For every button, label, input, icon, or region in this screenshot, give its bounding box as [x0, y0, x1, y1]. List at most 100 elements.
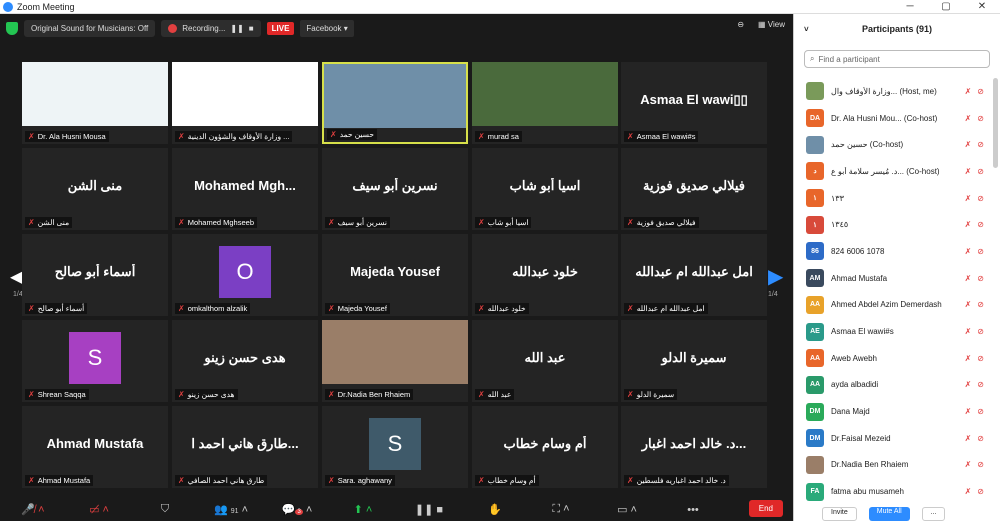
participant-list-item[interactable]: DA Dr. Ala Husni Mou... (Co-host) ✗ ⊘ [794, 105, 990, 132]
meeting-area: Original Sound for Musicians: Off Record… [0, 14, 793, 521]
participant-avatar: FA [806, 482, 824, 501]
security-icon[interactable]: ⛉ [132, 503, 198, 516]
record-pause-icon[interactable]: ❚❚ ■ [396, 503, 462, 516]
participant-video-tile[interactable]: Ahmad Mustafa ✗ Ahmad Mustafa [22, 406, 168, 488]
start-video-icon[interactable]: ▭̸ ˄ [66, 503, 132, 516]
participant-video-tile[interactable]: نسرين أبو سيف ✗ نسرين أبو سيف [322, 148, 468, 230]
participant-video-tile[interactable]: منى الشن ✗ منى الشن [22, 148, 168, 230]
lock-icon[interactable]: ⊖ [737, 20, 744, 29]
participant-name-text: طارق هاني احمد الصافي [187, 476, 265, 485]
title-bar: Zoom Meeting ─ ▢ ✕ [0, 0, 1000, 14]
more-icon[interactable]: ••• [660, 504, 726, 516]
participant-video-tile[interactable]: ✗ حسين حمد [322, 62, 468, 144]
participant-video-tile[interactable]: ✗ Dr. Ala Husni Mousa [22, 62, 168, 144]
participant-list-item[interactable]: DM Dana Majd ✗ ⊘ [794, 398, 990, 425]
participant-list-item[interactable]: ١ ١٣٤٥ ✗ ⊘ [794, 211, 990, 238]
participant-status-icons: ✗ ⊘ [965, 87, 984, 96]
mute-all-button[interactable]: Mute All [868, 507, 910, 521]
original-sound-chip[interactable]: Original Sound for Musicians: Off [24, 19, 156, 37]
participant-list-item[interactable]: AA ayda albadidi ✗ ⊘ [794, 372, 990, 399]
participant-video-tile[interactable]: طارق هاني احمد ا... ✗ طارق هاني احمد الصاف… [172, 406, 318, 488]
participant-display-name: Majeda Yousef [350, 264, 440, 279]
participant-name-text: Dr.Nadia Ben Rhaiem [337, 390, 411, 399]
participant-video-tile[interactable]: هدى حسن زينو ✗ هدى حسن زينو [172, 320, 318, 402]
participant-video-tile[interactable]: ✗ murad sa [472, 62, 618, 144]
mic-muted-icon: ✗ [178, 304, 185, 313]
participant-list-item[interactable]: FA fatma abu musameh ✗ ⊘ [794, 478, 990, 505]
mic-muted-icon: ✗ [964, 86, 972, 96]
invite-button[interactable]: Invite [822, 507, 857, 521]
participant-list-item[interactable]: AE Asmaa El wawi#s ✗ ⊘ [794, 318, 990, 345]
participant-video-tile[interactable]: أم وسام خطاب ✗ أم وسام خطاب [472, 406, 618, 488]
participant-video-tile[interactable]: فيلالي صديق فوزية ✗ فيلالي صديق فوزية [621, 148, 767, 230]
collapse-chevron-icon[interactable]: ˅ [804, 25, 809, 34]
participant-list-item[interactable]: AA Ahmed Abdel Azim Demerdash ✗ ⊘ [794, 292, 990, 319]
participant-name: Ahmad Mustafa [831, 273, 888, 283]
mic-muted-icon: ✗ [964, 433, 972, 443]
participant-name-label: ✗ أم وسام خطاب [475, 475, 539, 486]
participant-name-text: Dr. Ala Husni Mousa [37, 132, 106, 141]
share-screen-icon[interactable]: ⬆ ˄ [330, 503, 396, 516]
participant-display-name: أسماء أبو صالح [54, 264, 136, 279]
participant-name-label: ✗ د. خالد احمد اغباريه فلسطين [624, 475, 729, 486]
participant-list-item[interactable]: ١ ١٣٣ ✗ ⊘ [794, 185, 990, 212]
participants-button[interactable]: 👥 91 ˄ [198, 503, 264, 516]
participant-list-item[interactable]: AA Aweb Awebh ✗ ⊘ [794, 345, 990, 372]
meeting-toolbar: 🎤̸ ˄ ▭̸ ˄ ⛉ 👥 91 ˄ 💬 3 ˄ ⬆ ˄ ❚❚ ■ ✋ ⛶ ˄ ▭… [0, 498, 793, 521]
participant-list-item[interactable]: وزارة الأوقاف وال... (Host, me) ✗ ⊘ [794, 78, 990, 105]
apps-icon[interactable]: ⛶ ˄ [528, 503, 594, 516]
participant-video-tile[interactable]: خلود عبدالله ✗ خلود عبدالله [472, 234, 618, 316]
participant-name-text: omkalthom alzalik [187, 304, 248, 313]
stop-recording-icon[interactable]: ■ [249, 24, 254, 33]
participant-video-tile[interactable]: S ✗ Shrean Saqqa [22, 320, 168, 402]
participant-search-input[interactable]: ⌕ Find a participant [804, 50, 990, 68]
participant-display-name: د. خالد احمد اغبار... [641, 436, 747, 451]
participant-video-tile[interactable]: O ✗ omkalthom alzalik [172, 234, 318, 316]
participant-video-tile[interactable]: Majeda Yousef ✗ Majeda Yousef [322, 234, 468, 316]
reactions-icon[interactable]: ✋ [462, 503, 528, 516]
participant-video-tile[interactable]: Asmaa El wawi▯▯ ✗ Asmaa El wawi#s [621, 62, 767, 144]
video-off-icon: ⊘ [977, 353, 984, 363]
mic-muted-icon: ✗ [328, 304, 335, 313]
participant-video-tile[interactable]: سميرة الدلو ✗ سميرة الدلو [621, 320, 767, 402]
minimize-button[interactable]: ─ [892, 1, 928, 12]
view-button[interactable]: ▦ View [758, 20, 785, 29]
participant-video-tile[interactable]: ✗ وزارة الأوقاف والشؤون الدينية ... [172, 62, 318, 144]
unmute-mic-icon[interactable]: 🎤̸ ˄ [0, 503, 66, 516]
next-page-arrow-icon[interactable]: ▶ [768, 264, 783, 289]
maximize-button[interactable]: ▢ [928, 1, 964, 12]
participant-list-item[interactable]: حسين حمد (Co-host) ✗ ⊘ [794, 131, 990, 158]
participant-video-tile[interactable]: امل عبدالله ام عبدالله ✗ امل عبدالله ام عب… [621, 234, 767, 316]
participant-status-icons: ✗ ⊘ [965, 194, 984, 203]
participant-list-item[interactable]: د د. مُيسر سلامة أبو ع... (Co-host) ✗ ⊘ [794, 158, 990, 185]
participant-video-tile[interactable]: عبد الله ✗ عبد الله [472, 320, 618, 402]
close-button[interactable]: ✕ [964, 1, 1000, 12]
mic-muted-icon: ✗ [328, 476, 335, 485]
participant-video-tile[interactable]: Mohamed Mgh... ✗ Mohamed Mghseeb [172, 148, 318, 230]
participant-video-tile[interactable]: اسيا أبو شاب ✗ اسيا أبو شاب [472, 148, 618, 230]
participant-list-item[interactable]: 86 824 6006 1078 ✗ ⊘ [794, 238, 990, 265]
participant-list-item[interactable]: Dr.Nadia Ben Rhaiem ✗ ⊘ [794, 452, 990, 479]
live-destination-dropdown[interactable]: Facebook ▾ [300, 19, 354, 37]
end-meeting-button[interactable]: End [748, 500, 783, 517]
participant-video-tile[interactable]: ✗ Dr.Nadia Ben Rhaiem [322, 320, 468, 402]
participant-name-text: Ahmad Mustafa [37, 476, 91, 485]
participant-name-label: ✗ نسرين أبو سيف [325, 217, 390, 228]
participant-name: وزارة الأوقاف وال... (Host, me) [831, 86, 937, 96]
participant-video-tile[interactable]: أسماء أبو صالح ✗ أسماء أبو صالح [22, 234, 168, 316]
participant-video-tile[interactable]: S ✗ Sara. aghawany [322, 406, 468, 488]
more-options-button[interactable]: ... [921, 507, 946, 521]
participant-name: حسين حمد (Co-host) [831, 140, 904, 150]
chat-button[interactable]: 💬 3 ˄ [264, 503, 330, 516]
whiteboard-icon[interactable]: ▭ ˄ [594, 503, 660, 516]
participant-name: د. مُيسر سلامة أبو ع... (Co-host) [831, 166, 940, 176]
video-off-icon: ⊘ [977, 300, 984, 310]
mic-muted-icon: ✗ [964, 460, 972, 470]
participant-list-scrollbar[interactable] [993, 78, 998, 168]
participant-list-item[interactable]: DM Dr.Faisal Mezeid ✗ ⊘ [794, 425, 990, 452]
participant-video-tile[interactable]: د. خالد احمد اغبار... ✗ د. خالد احمد اغبار… [621, 406, 767, 488]
window-title: Zoom Meeting [17, 1, 75, 12]
pause-recording-icon[interactable]: ❚❚ [230, 24, 243, 33]
participant-list-item[interactable]: AM Ahmad Mustafa ✗ ⊘ [794, 265, 990, 292]
security-shield-icon[interactable] [6, 21, 18, 35]
